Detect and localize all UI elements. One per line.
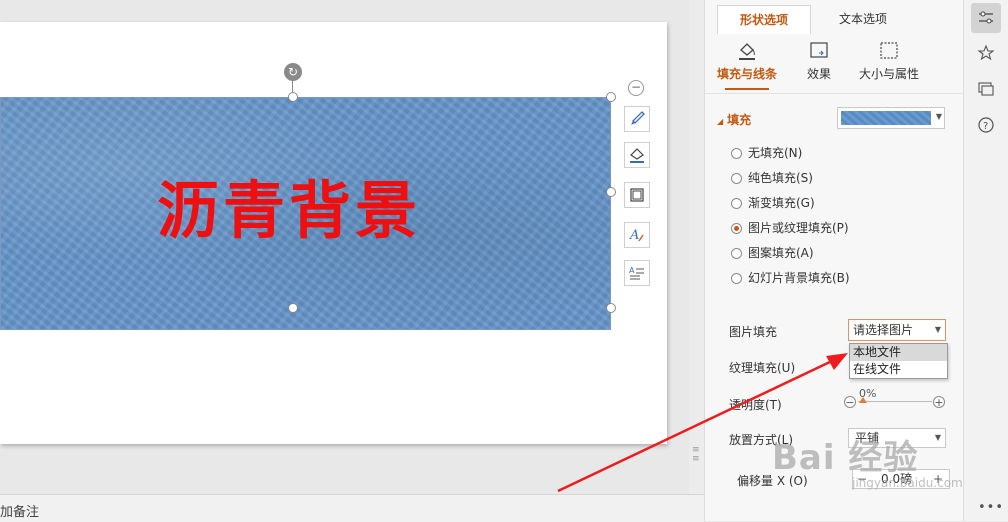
- transparency-decrease-button[interactable]: −: [844, 396, 856, 408]
- resize-handle-right[interactable]: [606, 187, 616, 197]
- pane-main-tabs: 形状选项 文本选项: [715, 5, 953, 34]
- radio-icon: [731, 173, 742, 184]
- slider-track[interactable]: [858, 401, 932, 402]
- radio-icon: [731, 148, 742, 159]
- collapse-triangle-icon: ◢: [717, 117, 724, 126]
- placement-value: 平铺: [855, 431, 880, 445]
- radio-label: 图片或纹理填充(P): [748, 221, 849, 235]
- brush-tool-button[interactable]: [624, 106, 650, 132]
- fill-line-icon: [739, 43, 755, 60]
- fill-section-heading[interactable]: ◢ 填充: [717, 111, 751, 128]
- text-wrap-button[interactable]: A: [624, 260, 650, 286]
- texture-fill-label: 纹理填充(U): [729, 361, 796, 375]
- radio-label: 图案填充(A): [748, 246, 814, 260]
- favorite-button[interactable]: [971, 38, 1001, 68]
- slide[interactable]: ↻ 沥青背景 − A A: [0, 22, 667, 444]
- size-props-icon: [880, 42, 898, 59]
- slides-button[interactable]: [971, 74, 1001, 104]
- selected-shape[interactable]: 沥青背景: [0, 97, 611, 330]
- right-icon-rail: ? •••: [963, 0, 1008, 521]
- chevron-down-icon: ▼: [934, 433, 941, 442]
- fill-bucket-icon: [630, 148, 644, 163]
- radio-slide-bg-fill[interactable]: 幻灯片背景填充(B): [731, 269, 850, 287]
- radio-pattern-fill[interactable]: 图案填充(A): [731, 244, 814, 262]
- radio-label: 渐变填充(G): [748, 196, 815, 210]
- placement-label: 放置方式(L): [729, 433, 794, 447]
- effects-icon: [810, 42, 828, 58]
- slider-thumb[interactable]: [859, 397, 867, 403]
- help-icon: ?: [978, 117, 994, 133]
- offset-x-stepper[interactable]: − 0.0磅 +: [852, 469, 950, 489]
- subtab-effects[interactable]: 效果: [783, 38, 855, 88]
- text-style-button[interactable]: A: [624, 222, 650, 248]
- more-icon[interactable]: •••: [978, 500, 1004, 515]
- subtab-fill-line[interactable]: 填充与线条: [711, 38, 783, 90]
- collapse-icon[interactable]: −: [628, 80, 644, 96]
- increment-icon[interactable]: +: [933, 470, 943, 488]
- notes-label[interactable]: 加备注: [0, 501, 39, 520]
- subtab-size-props[interactable]: 大小与属性: [853, 38, 925, 88]
- slide-canvas-area[interactable]: ↻ 沥青背景 − A A: [0, 0, 690, 494]
- resize-handle-bottom[interactable]: [288, 303, 298, 313]
- decrement-icon[interactable]: −: [857, 470, 867, 488]
- radio-gradient-fill[interactable]: 渐变填充(G): [731, 194, 815, 212]
- radio-icon: [731, 248, 742, 259]
- resize-handle-top-right[interactable]: [606, 92, 616, 102]
- placement-select[interactable]: 平铺 ▼: [848, 428, 946, 448]
- svg-text:?: ?: [983, 121, 988, 132]
- transparency-increase-button[interactable]: +: [933, 396, 945, 408]
- picture-fill-value: 请选择图片: [853, 323, 914, 337]
- star-icon: [977, 44, 995, 61]
- radio-label: 幻灯片背景填充(B): [748, 271, 850, 285]
- offset-x-label: 偏移量 X (O): [737, 474, 808, 488]
- svg-text:A: A: [629, 266, 635, 275]
- properties-icon: [979, 11, 993, 24]
- option-online-file[interactable]: 在线文件: [850, 361, 947, 378]
- radio-solid-fill[interactable]: 纯色填充(S): [731, 169, 813, 187]
- splitter-grip-icon: ≡ ≡: [692, 445, 700, 464]
- chevron-down-icon: ▼: [935, 112, 942, 121]
- outline-tool-button[interactable]: [624, 182, 650, 208]
- property-pane: 形状选项 文本选项 填充与线条 效果 大小与属性 ◢ 填充 ▼ 无填充(N) 纯色…: [704, 0, 964, 521]
- shape-text[interactable]: 沥青背景: [157, 180, 421, 242]
- picture-fill-label: 图片填充: [729, 325, 778, 339]
- transparency-label: 透明度(T): [729, 398, 782, 412]
- help-button[interactable]: ?: [971, 110, 1001, 140]
- brush-icon: [631, 111, 645, 125]
- radio-no-fill[interactable]: 无填充(N): [731, 144, 802, 162]
- fill-color-picker[interactable]: ▼: [837, 107, 945, 129]
- subtab-effects-label: 效果: [806, 67, 831, 81]
- tab-text-options[interactable]: 文本选项: [817, 5, 909, 33]
- subtab-fill-line-label: 填充与线条: [716, 67, 777, 81]
- slides-icon: [978, 82, 994, 96]
- picture-fill-select[interactable]: 请选择图片 ▼: [848, 319, 946, 341]
- radio-checked-icon: [731, 223, 742, 234]
- rotate-handle-icon[interactable]: ↻: [284, 63, 302, 81]
- subtab-size-props-label: 大小与属性: [858, 67, 919, 81]
- pane-divider: [705, 93, 964, 94]
- fill-preview-swatch: [841, 111, 931, 125]
- radio-label: 纯色填充(S): [748, 171, 813, 185]
- text-wrap-icon: A: [629, 266, 644, 280]
- option-local-file[interactable]: 本地文件: [850, 344, 947, 361]
- radio-icon: [731, 273, 742, 284]
- svg-text:A: A: [629, 228, 639, 243]
- resize-handle-bottom-right[interactable]: [606, 303, 616, 313]
- chevron-down-icon: ▼: [934, 325, 941, 334]
- pane-splitter[interactable]: ≡ ≡: [689, 0, 704, 494]
- fill-heading-label: 填充: [727, 113, 752, 127]
- resize-handle-top[interactable]: [288, 92, 298, 102]
- radio-label: 无填充(N): [748, 146, 803, 160]
- radio-icon: [731, 198, 742, 209]
- offset-x-value[interactable]: 0.0磅: [881, 470, 912, 488]
- fill-tool-button[interactable]: [624, 142, 650, 168]
- tab-shape-options[interactable]: 形状选项: [717, 5, 811, 34]
- picture-fill-dropdown: 本地文件 在线文件: [849, 343, 948, 379]
- text-style-icon: A: [629, 228, 644, 243]
- notes-bar[interactable]: 加备注: [0, 494, 704, 522]
- radio-picture-texture-fill[interactable]: 图片或纹理填充(P): [731, 219, 849, 237]
- pane-sub-tabs: 填充与线条 效果 大小与属性: [705, 38, 964, 90]
- outline-icon: [630, 188, 644, 202]
- properties-button[interactable]: [971, 3, 1001, 33]
